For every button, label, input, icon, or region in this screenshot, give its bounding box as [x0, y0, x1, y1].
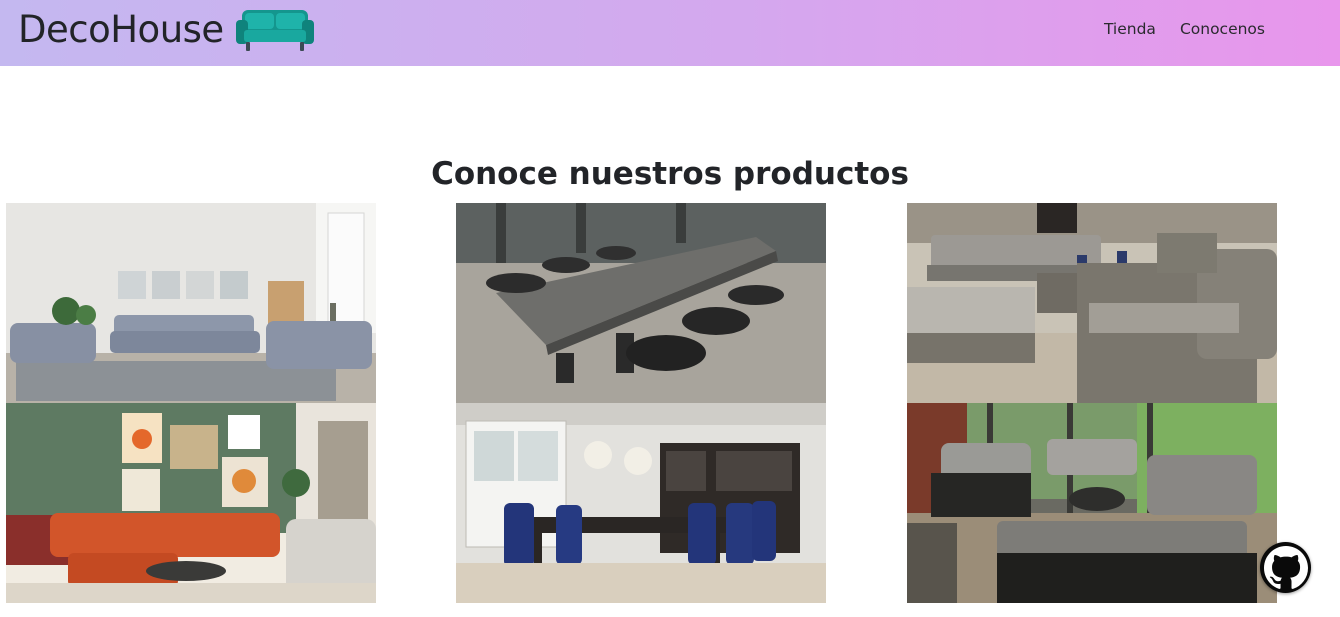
- nav-link-conocenos[interactable]: Conocenos: [1180, 20, 1265, 38]
- nav-link-tienda[interactable]: Tienda: [1104, 20, 1156, 38]
- brand-name[interactable]: DecoHouse: [18, 8, 224, 51]
- github-icon: [1263, 545, 1308, 589]
- product-image-orange-sectional[interactable]: [6, 403, 376, 603]
- product-image-patio-sofa-set[interactable]: [907, 203, 1277, 403]
- brand-logo[interactable]: DecoHouse: [18, 6, 316, 52]
- product-image-sunroom-lounge[interactable]: [907, 403, 1277, 603]
- product-image-outdoor-dining-table[interactable]: [456, 203, 826, 403]
- github-button[interactable]: [1260, 542, 1311, 593]
- sofa-icon: [235, 10, 314, 51]
- main-nav: Tienda Conocenos: [1104, 20, 1265, 38]
- product-image-living-room-grey-sofas[interactable]: [6, 203, 376, 403]
- product-image-dining-blue-chairs[interactable]: [456, 403, 826, 603]
- page-title: Conoce nuestros productos: [431, 156, 909, 192]
- navbar: DecoHouse Tienda Conocenos: [0, 0, 1340, 66]
